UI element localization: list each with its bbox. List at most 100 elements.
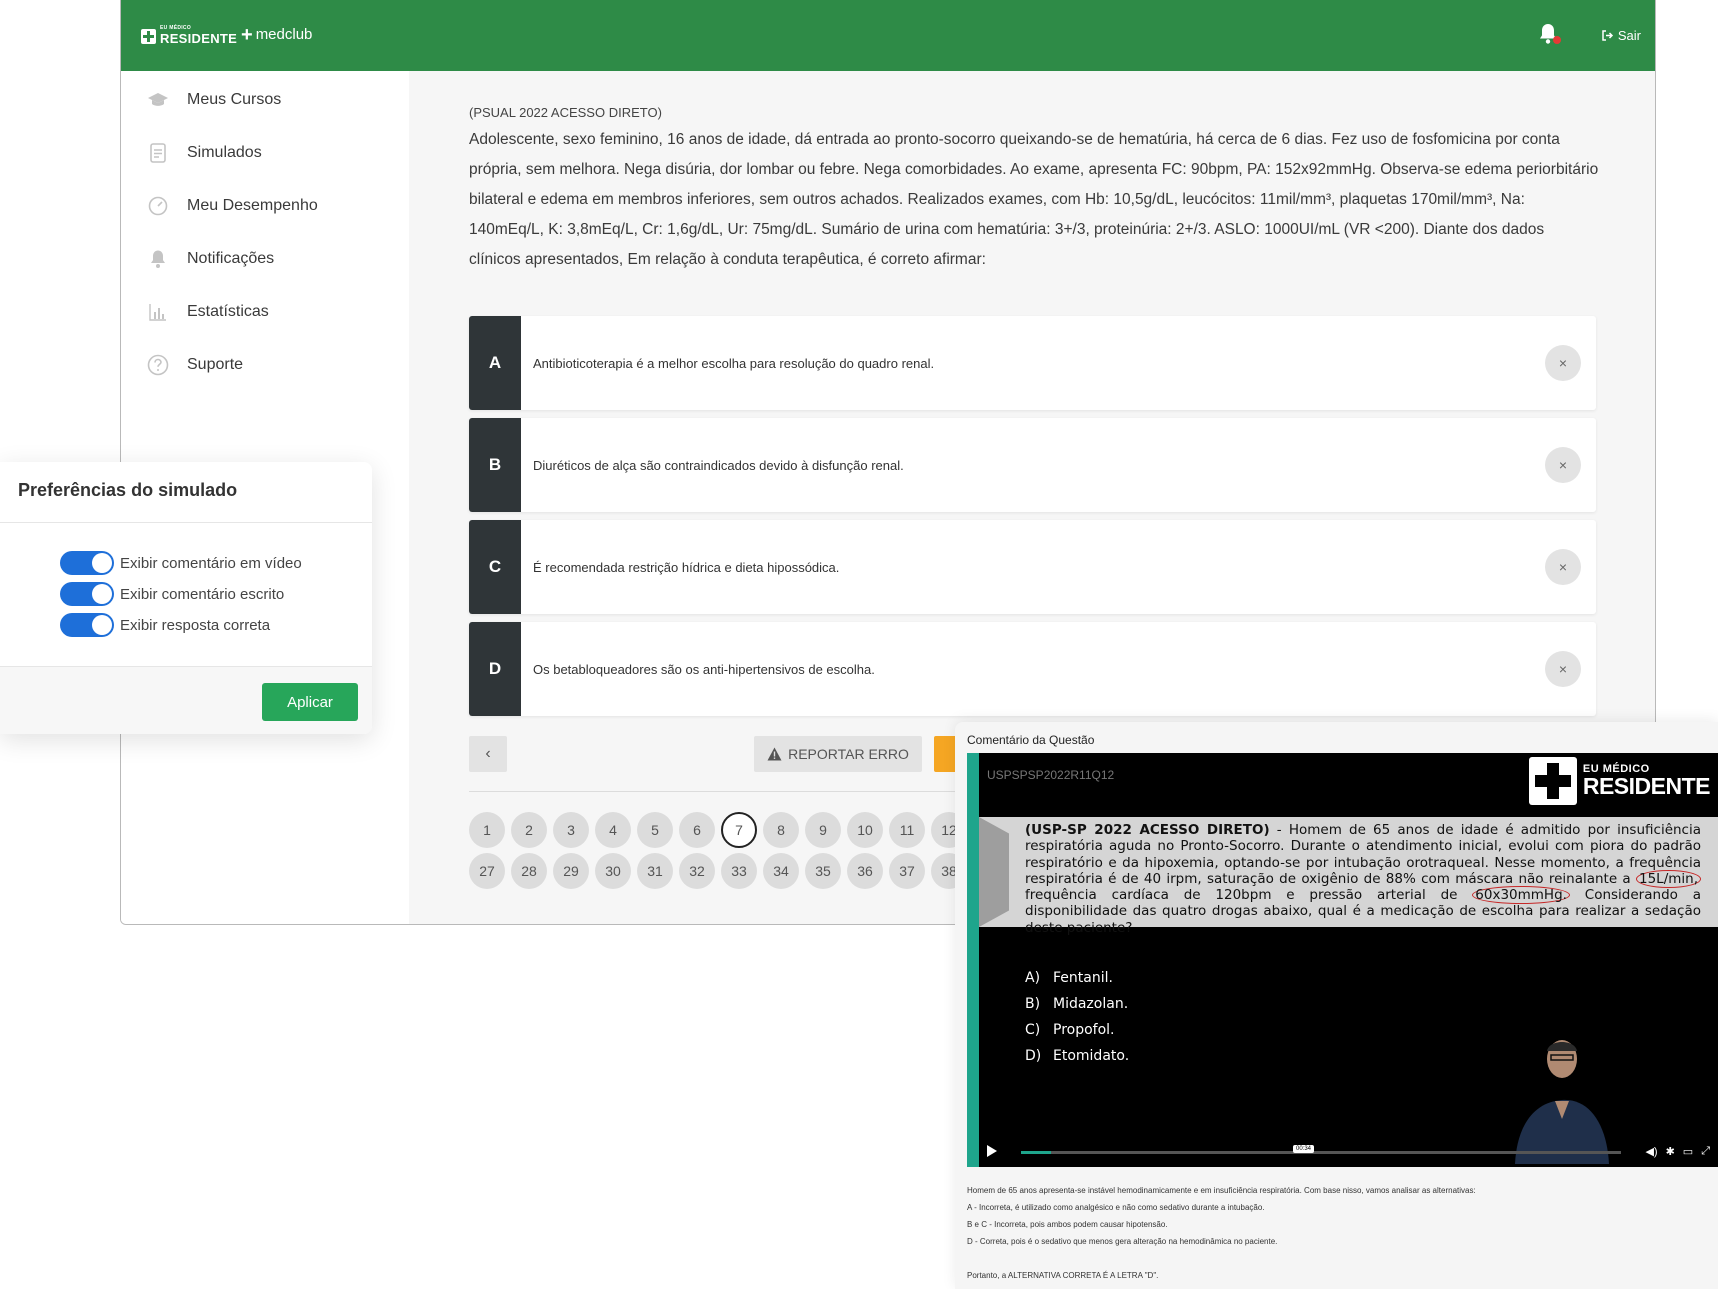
logout-button[interactable]: Sair [1601,28,1641,43]
question-number-5[interactable]: 5 [637,812,673,848]
question-number-36[interactable]: 36 [847,853,883,889]
question-number-3[interactable]: 3 [553,812,589,848]
eliminate-close-icon[interactable]: × [1545,345,1581,381]
question-number-4[interactable]: 4 [595,812,631,848]
question-number-27[interactable]: 27 [469,853,505,889]
question-number-30[interactable]: 30 [595,853,631,889]
video-progress-bar[interactable]: 00:34 [1021,1145,1621,1154]
previous-question-button[interactable]: ‹ [469,736,507,772]
report-error-button[interactable]: REPORTAR ERRO [754,736,922,772]
sidebar-item-label: Estatísticas [187,303,269,320]
comment-video-player[interactable]: USPSPSP2022R11Q12 EU MÉDICO RESIDENTE (U… [967,753,1718,1167]
apply-button[interactable]: Aplicar [262,683,358,721]
brand-main-text: RESIDENTE [1582,773,1711,799]
option-text: Fentanil. [1053,970,1113,986]
sidebar-item-label: Simulados [187,144,262,161]
report-error-label: REPORTAR ERRO [788,746,909,762]
pref-label: Exibir resposta correta [120,616,271,634]
alternative-d[interactable]: D Os betabloqueadores são os anti-hipert… [469,622,1596,716]
pref-written-comment: Exibir comentário escrito [60,582,284,606]
sidebar-item-label: Meus Cursos [187,91,282,108]
cross-logo-icon [141,28,156,44]
question-number-11[interactable]: 11 [889,812,925,848]
question-text: Adolescente, sexo feminino, 16 anos de i… [469,131,1599,268]
chevron-left-icon: ‹ [485,745,491,762]
notifications-bell-button[interactable] [1537,22,1561,46]
question-number-6[interactable]: 6 [679,812,715,848]
bell-icon [147,248,169,270]
settings-gear-icon[interactable]: ✱ [1666,1145,1675,1158]
correct-answer-toggle[interactable] [60,613,114,637]
slide-highlight: 15L/min, [1636,869,1701,888]
option-text: Etomidato. [1053,1048,1130,1064]
written-comment: Homem de 65 anos apresenta-se instável h… [967,1182,1707,1284]
question-comment-panel: Comentário da Questão USPSPSP2022R11Q12 … [955,722,1718,1289]
option-text: Midazolan. [1053,996,1129,1012]
pip-icon[interactable]: ▭ [1683,1145,1693,1158]
question-source: (PSUAL 2022 ACESSO DIRETO) [469,105,662,120]
alternative-letter: C [469,520,521,614]
alternative-c[interactable]: C É recomendada restrição hídrica e diet… [469,520,1596,614]
written-comment-toggle[interactable] [60,582,114,606]
alternative-a[interactable]: A Antibioticoterapia é a melhor escolha … [469,316,1596,410]
sidebar-item-meu-desempenho[interactable]: Meu Desempenho [147,194,318,218]
video-option: C) Propofol. [1025,1017,1129,1043]
question-number-35[interactable]: 35 [805,853,841,889]
alternative-text: Os betabloqueadores são os anti-hiperten… [533,661,875,677]
sidebar-item-simulados[interactable]: Simulados [147,141,262,165]
pref-correct-answer: Exibir resposta correta [60,613,270,637]
gauge-icon [147,195,169,217]
slide-highlight: 60x30mmHg. [1472,886,1570,905]
video-comment-toggle[interactable] [60,551,114,575]
sidebar-item-label: Notificações [187,250,275,267]
comment-line: D - Correta, pois é o sedativo que menos… [967,1237,1278,1246]
sidebar-item-meus-cursos[interactable]: Meus Cursos [147,88,281,112]
pref-label: Exibir comentário em vídeo [120,554,302,572]
eliminate-close-icon[interactable]: × [1545,549,1581,585]
comment-line: Portanto, a ALTERNATIVA CORRETA É A LETR… [967,1271,1159,1280]
question-number-32[interactable]: 32 [679,853,715,889]
preferences-panel: Preferências do simulado Exibir comentár… [0,462,372,734]
question-number-9[interactable]: 9 [805,812,841,848]
fullscreen-icon[interactable]: ⤢ [1701,1145,1710,1158]
graduation-cap-icon [147,89,169,111]
eliminate-close-icon[interactable]: × [1545,447,1581,483]
alternative-letter: D [469,622,521,716]
question-number-28[interactable]: 28 [511,853,547,889]
volume-icon[interactable]: ◀) [1645,1145,1657,1158]
question-number-10[interactable]: 10 [847,812,883,848]
pref-label: Exibir comentário escrito [120,585,285,603]
video-time-tooltip: 00:34 [1293,1145,1315,1153]
option-letter: C) [1025,1022,1041,1038]
residente-logo[interactable]: EU MÉDICO RESIDENTE [141,26,237,46]
sidebar-item-estatisticas[interactable]: Estatísticas [147,300,269,324]
eliminate-close-icon[interactable]: × [1545,651,1581,687]
question-number-34[interactable]: 34 [763,853,799,889]
warning-icon [767,747,782,761]
medclub-logo[interactable]: + medclub [241,25,312,45]
alternative-text: É recomendada restrição hídrica e dieta … [533,559,840,575]
option-text: Propofol. [1053,1022,1115,1038]
play-icon[interactable] [987,1145,997,1157]
option-letter: D) [1025,1048,1042,1064]
video-brand-logo: EU MÉDICO RESIDENTE [1528,757,1711,805]
alternative-text: Antibioticoterapia é a melhor escolha pa… [533,355,935,371]
question-number-8[interactable]: 8 [763,812,799,848]
alternative-text: Diuréticos de alça são contraindicados d… [533,457,904,473]
sidebar-item-suporte[interactable]: Suporte [147,353,243,377]
video-option: B) Midazolan. [1025,991,1129,1017]
sidebar-item-notificacoes[interactable]: Notificações [147,247,274,271]
question-number-1[interactable]: 1 [469,812,505,848]
option-letter: B) [1025,996,1041,1012]
question-number-29[interactable]: 29 [553,853,589,889]
comment-line: A - Incorreta, é utilizado como analgési… [967,1203,1265,1212]
cross-logo-icon [1528,757,1577,805]
question-number-2[interactable]: 2 [511,812,547,848]
question-number-37[interactable]: 37 [889,853,925,889]
question-number-31[interactable]: 31 [637,853,673,889]
question-number-7[interactable]: 7 [721,812,757,848]
alternative-letter: B [469,418,521,512]
video-control-icons: ◀) ✱ ▭ ⤢ [1645,1145,1710,1158]
question-number-33[interactable]: 33 [721,853,757,889]
alternative-b[interactable]: B Diuréticos de alça são contraindicados… [469,418,1596,512]
